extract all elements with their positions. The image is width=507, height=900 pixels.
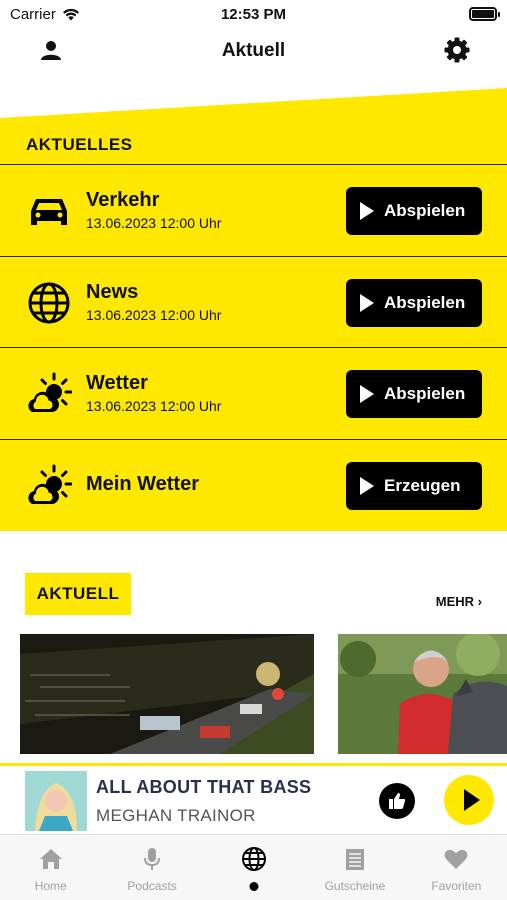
item-title: Verkehr bbox=[86, 189, 160, 211]
home-icon bbox=[39, 849, 62, 869]
album-cover bbox=[25, 771, 87, 831]
item-title: Mein Wetter bbox=[86, 472, 199, 495]
globe-icon bbox=[241, 847, 266, 871]
tab-label: Podcasts bbox=[127, 879, 177, 893]
thumbs-up-icon bbox=[389, 793, 406, 809]
tab-aktuell[interactable] bbox=[203, 836, 304, 900]
car-icon bbox=[31, 199, 67, 225]
generate-button[interactable]: Erzeugen bbox=[346, 461, 482, 510]
status-bar: Carrier 12:53 PM bbox=[0, 0, 507, 30]
item-title: News bbox=[86, 280, 139, 303]
play-icon bbox=[360, 385, 374, 403]
tab-gutscheine[interactable]: Gutscheine bbox=[304, 836, 405, 900]
gear-icon[interactable] bbox=[443, 36, 471, 64]
heart-icon bbox=[444, 849, 468, 869]
aktuelles-section: AKTUELLES Verkehr 13.06.2023 12:00 Uhr A… bbox=[0, 123, 507, 531]
tab-home[interactable]: Home bbox=[0, 836, 101, 900]
item-date: 13.06.2023 12:00 Uhr bbox=[86, 215, 222, 231]
active-tab-indicator bbox=[249, 882, 259, 891]
tab-label: Gutscheine bbox=[324, 879, 386, 893]
tab-label: Favoriten bbox=[431, 879, 482, 893]
weather-icon bbox=[28, 464, 72, 504]
battery-icon bbox=[469, 7, 500, 21]
section-badge: AKTUELL bbox=[25, 573, 131, 615]
man-with-wolf-photo bbox=[338, 634, 507, 754]
play-button[interactable]: Abspielen bbox=[346, 370, 482, 418]
page-title: Aktuell bbox=[221, 40, 286, 61]
tab-label: Home bbox=[34, 879, 67, 893]
list-item-news: News 13.06.2023 12:00 Uhr Abspielen bbox=[0, 257, 507, 348]
play-icon bbox=[360, 202, 374, 220]
voucher-icon bbox=[345, 849, 364, 870]
list-item-wetter: Wetter 13.06.2023 12:00 Uhr Abspielen bbox=[0, 348, 507, 440]
like-button[interactable] bbox=[379, 783, 415, 819]
play-icon bbox=[360, 293, 374, 312]
mini-player[interactable]: ALL ABOUT THAT BASS MEGHAN TRAINOR bbox=[0, 763, 507, 835]
play-button-label: Abspielen bbox=[384, 292, 466, 312]
item-date: 13.06.2023 12:00 Uhr bbox=[86, 398, 222, 414]
album-art bbox=[25, 771, 87, 831]
play-button-label: Abspielen bbox=[384, 384, 466, 403]
section-heading: AKTUELLES bbox=[0, 123, 507, 165]
weather-icon bbox=[28, 372, 72, 412]
item-title: Wetter bbox=[86, 372, 148, 394]
list-item-mein-wetter: Mein Wetter Erzeugen bbox=[0, 440, 507, 532]
nav-header: Aktuell bbox=[0, 30, 507, 74]
play-button[interactable]: Abspielen bbox=[346, 278, 482, 327]
play-button[interactable]: Abspielen bbox=[346, 187, 482, 235]
play-button-label: Abspielen bbox=[384, 201, 466, 220]
tab-podcasts[interactable]: Podcasts bbox=[101, 836, 202, 900]
clock: 12:53 PM bbox=[220, 6, 287, 23]
more-link[interactable]: MEHR › bbox=[436, 594, 482, 609]
news-card-image[interactable] bbox=[20, 634, 314, 754]
track-title: ALL ABOUT THAT BASS bbox=[96, 777, 312, 797]
news-card-image[interactable] bbox=[338, 634, 507, 754]
item-date: 13.06.2023 12:00 Uhr bbox=[86, 306, 222, 323]
accident-night-photo bbox=[20, 634, 314, 754]
play-icon bbox=[463, 789, 480, 811]
tab-favoriten[interactable]: Favoriten bbox=[406, 836, 507, 900]
microphone-icon bbox=[144, 848, 161, 870]
generate-button-label: Erzeugen bbox=[384, 475, 461, 495]
tab-bar: Home Podcasts Gutscheine Favoriten bbox=[0, 836, 507, 900]
globe-icon bbox=[28, 282, 70, 323]
list-item-verkehr: Verkehr 13.06.2023 12:00 Uhr Abspielen bbox=[0, 165, 507, 257]
play-pause-button[interactable] bbox=[444, 775, 494, 825]
play-icon bbox=[360, 476, 374, 495]
header-wedge bbox=[0, 88, 507, 124]
track-artist: MEGHAN TRAINOR bbox=[96, 806, 256, 825]
